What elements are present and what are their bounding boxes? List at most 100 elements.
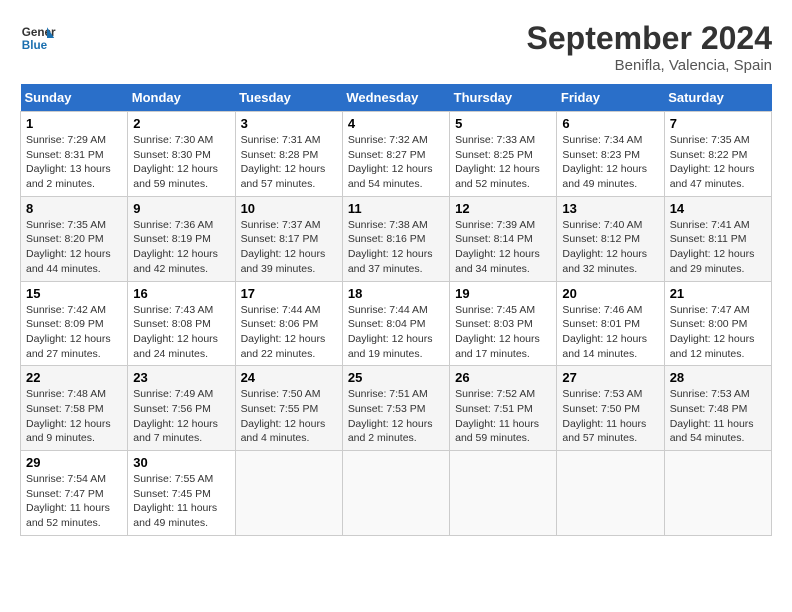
day-info: Sunrise: 7:55 AMSunset: 7:45 PMDaylight:… [133,472,229,531]
table-row: 20 Sunrise: 7:46 AMSunset: 8:01 PMDayligh… [557,281,664,366]
table-row: 6 Sunrise: 7:34 AMSunset: 8:23 PMDaylight… [557,112,664,197]
calendar-header-row: Sunday Monday Tuesday Wednesday Thursday… [21,84,772,112]
day-number: 2 [133,116,229,131]
table-row: 17 Sunrise: 7:44 AMSunset: 8:06 PMDayligh… [235,281,342,366]
day-number: 14 [670,201,766,216]
table-row [664,451,771,536]
table-row: 2Sunrise: 7:30 AMSunset: 8:30 PMDaylight… [128,112,235,197]
day-number: 12 [455,201,551,216]
table-row: 5 Sunrise: 7:33 AMSunset: 8:25 PMDaylight… [450,112,557,197]
day-number: 4 [348,116,444,131]
col-thursday: Thursday [450,84,557,112]
day-info: Sunrise: 7:44 AMSunset: 8:04 PMDaylight:… [348,303,444,362]
table-row [342,451,449,536]
day-number: 26 [455,370,551,385]
day-info: Sunrise: 7:33 AMSunset: 8:25 PMDaylight:… [455,133,551,192]
day-info: Sunrise: 7:37 AMSunset: 8:17 PMDaylight:… [241,218,337,277]
day-info: Sunrise: 7:48 AMSunset: 7:58 PMDaylight:… [26,387,122,446]
day-number: 18 [348,286,444,301]
col-saturday: Saturday [664,84,771,112]
table-row: 27 Sunrise: 7:53 AMSunset: 7:50 PMDayligh… [557,366,664,451]
table-row: 11 Sunrise: 7:38 AMSunset: 8:16 PMDayligh… [342,196,449,281]
location: Benifla, Valencia, Spain [527,57,772,74]
day-number: 21 [670,286,766,301]
day-info: Sunrise: 7:42 AMSunset: 8:09 PMDaylight:… [26,303,122,362]
day-info: Sunrise: 7:49 AMSunset: 7:56 PMDaylight:… [133,387,229,446]
calendar-week-row: 22 Sunrise: 7:48 AMSunset: 7:58 PMDayligh… [21,366,772,451]
table-row [450,451,557,536]
table-row: 9 Sunrise: 7:36 AMSunset: 8:19 PMDaylight… [128,196,235,281]
day-info: Sunrise: 7:36 AMSunset: 8:19 PMDaylight:… [133,218,229,277]
day-number: 16 [133,286,229,301]
col-tuesday: Tuesday [235,84,342,112]
day-info: Sunrise: 7:51 AMSunset: 7:53 PMDaylight:… [348,387,444,446]
table-row: 14 Sunrise: 7:41 AMSunset: 8:11 PMDayligh… [664,196,771,281]
table-row: 12 Sunrise: 7:39 AMSunset: 8:14 PMDayligh… [450,196,557,281]
day-info: Sunrise: 7:32 AMSunset: 8:27 PMDaylight:… [348,133,444,192]
day-number: 29 [26,455,122,470]
day-info: Sunrise: 7:53 AMSunset: 7:50 PMDaylight:… [562,387,658,446]
table-row: 18 Sunrise: 7:44 AMSunset: 8:04 PMDayligh… [342,281,449,366]
day-number: 11 [348,201,444,216]
table-row: 30 Sunrise: 7:55 AMSunset: 7:45 PMDayligh… [128,451,235,536]
day-number: 20 [562,286,658,301]
table-row: 8Sunrise: 7:35 AMSunset: 8:20 PMDaylight… [21,196,128,281]
table-row: 4 Sunrise: 7:32 AMSunset: 8:27 PMDaylight… [342,112,449,197]
table-row: 24Sunrise: 7:50 AMSunset: 7:55 PMDayligh… [235,366,342,451]
day-number: 8 [26,201,122,216]
day-info: Sunrise: 7:31 AMSunset: 8:28 PMDaylight:… [241,133,337,192]
day-number: 28 [670,370,766,385]
col-monday: Monday [128,84,235,112]
logo-icon: General Blue [20,20,56,56]
col-wednesday: Wednesday [342,84,449,112]
title-block: September 2024 Benifla, Valencia, Spain [527,20,772,74]
day-number: 6 [562,116,658,131]
table-row: 28Sunrise: 7:53 AMSunset: 7:48 PMDayligh… [664,366,771,451]
day-number: 7 [670,116,766,131]
table-row: 23 Sunrise: 7:49 AMSunset: 7:56 PMDayligh… [128,366,235,451]
day-number: 19 [455,286,551,301]
day-info: Sunrise: 7:41 AMSunset: 8:11 PMDaylight:… [670,218,766,277]
calendar-table: Sunday Monday Tuesday Wednesday Thursday… [20,84,772,536]
day-number: 3 [241,116,337,131]
table-row: 22 Sunrise: 7:48 AMSunset: 7:58 PMDayligh… [21,366,128,451]
day-number: 5 [455,116,551,131]
day-info: Sunrise: 7:38 AMSunset: 8:16 PMDaylight:… [348,218,444,277]
day-number: 22 [26,370,122,385]
day-number: 27 [562,370,658,385]
day-info: Sunrise: 7:44 AMSunset: 8:06 PMDaylight:… [241,303,337,362]
logo: General Blue [20,20,56,56]
table-row: 3 Sunrise: 7:31 AMSunset: 8:28 PMDaylight… [235,112,342,197]
day-number: 9 [133,201,229,216]
day-info: Sunrise: 7:50 AMSunset: 7:55 PMDaylight:… [241,387,337,446]
month-title: September 2024 [527,20,772,57]
day-info: Sunrise: 7:40 AMSunset: 8:12 PMDaylight:… [562,218,658,277]
day-info: Sunrise: 7:43 AMSunset: 8:08 PMDaylight:… [133,303,229,362]
col-sunday: Sunday [21,84,128,112]
table-row [557,451,664,536]
day-info: Sunrise: 7:54 AMSunset: 7:47 PMDaylight:… [26,472,122,531]
col-friday: Friday [557,84,664,112]
table-row: 26 Sunrise: 7:52 AMSunset: 7:51 PMDayligh… [450,366,557,451]
day-info: Sunrise: 7:46 AMSunset: 8:01 PMDaylight:… [562,303,658,362]
day-info: Sunrise: 7:34 AMSunset: 8:23 PMDaylight:… [562,133,658,192]
day-number: 23 [133,370,229,385]
day-number: 13 [562,201,658,216]
calendar-week-row: 29 Sunrise: 7:54 AMSunset: 7:47 PMDayligh… [21,451,772,536]
table-row: 10Sunrise: 7:37 AMSunset: 8:17 PMDayligh… [235,196,342,281]
day-info: Sunrise: 7:45 AMSunset: 8:03 PMDaylight:… [455,303,551,362]
table-row: 25Sunrise: 7:51 AMSunset: 7:53 PMDayligh… [342,366,449,451]
table-row: 1Sunrise: 7:29 AMSunset: 8:31 PMDaylight… [21,112,128,197]
day-info: Sunrise: 7:52 AMSunset: 7:51 PMDaylight:… [455,387,551,446]
day-number: 30 [133,455,229,470]
table-row: 21Sunrise: 7:47 AMSunset: 8:00 PMDayligh… [664,281,771,366]
calendar-week-row: 1Sunrise: 7:29 AMSunset: 8:31 PMDaylight… [21,112,772,197]
table-row: 16 Sunrise: 7:43 AMSunset: 8:08 PMDayligh… [128,281,235,366]
table-row: 13 Sunrise: 7:40 AMSunset: 8:12 PMDayligh… [557,196,664,281]
day-number: 17 [241,286,337,301]
table-row: 19 Sunrise: 7:45 AMSunset: 8:03 PMDayligh… [450,281,557,366]
day-info: Sunrise: 7:35 AMSunset: 8:22 PMDaylight:… [670,133,766,192]
day-info: Sunrise: 7:39 AMSunset: 8:14 PMDaylight:… [455,218,551,277]
day-number: 1 [26,116,122,131]
table-row [235,451,342,536]
